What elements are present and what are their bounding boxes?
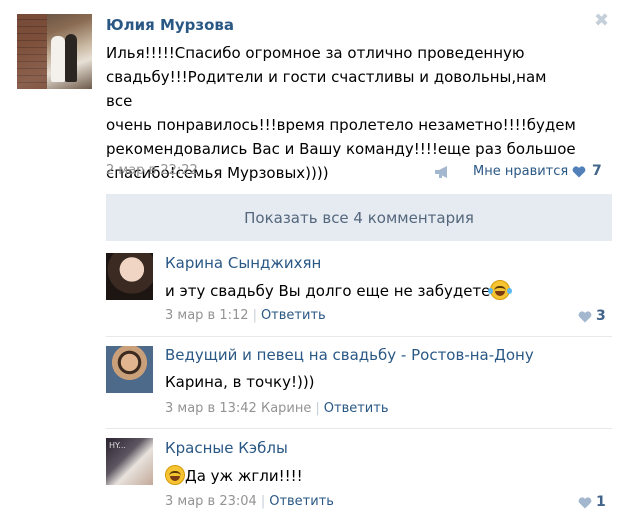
reply-button[interactable]: Ответить: [261, 308, 326, 323]
comment-date[interactable]: 3 мар в 13:42: [165, 401, 257, 416]
comment-meta: 3 мар в 23:04 | Ответить: [165, 494, 334, 509]
comment-text-content: Да уж жгли!!!!: [185, 467, 303, 485]
reply-to-name[interactable]: Карине: [261, 401, 311, 416]
reply-button[interactable]: Ответить: [324, 401, 389, 416]
post-text-line: свадьбу!!!Родители и гости счастливы и д…: [106, 68, 547, 110]
avatar-bride-figure: [51, 36, 65, 82]
reply-button[interactable]: Ответить: [269, 494, 334, 509]
comment-text: и эту свадьбу Вы долго еще не забудете: [165, 280, 513, 300]
close-icon[interactable]: ✖: [594, 10, 609, 31]
comment-meta: 3 мар в 1:12 | Ответить: [165, 308, 326, 323]
like-count[interactable]: 7: [592, 163, 602, 179]
post-author-name[interactable]: Юлия Мурзова: [106, 16, 234, 34]
meta-separator: |: [252, 308, 257, 323]
megaphone-icon[interactable]: [434, 165, 452, 179]
joy-tears-emoji-icon: [488, 280, 513, 300]
comment-text: Карина, в точку!))): [165, 373, 315, 391]
heart-icon[interactable]: [578, 497, 592, 509]
post-text-line: Илья!!!!!Спасибо огромное за отлично про…: [106, 44, 525, 62]
post-text-line: рекомендовались Вас и Вашу команду!!!!ещ…: [106, 140, 576, 158]
laughing-emoji-icon: [165, 465, 185, 485]
avatar-brick-wall: [17, 14, 47, 89]
comment-date[interactable]: 3 мар в 23:04: [165, 494, 257, 509]
heart-icon[interactable]: [578, 311, 592, 323]
comment-author-avatar[interactable]: [106, 253, 153, 300]
comment-author-name[interactable]: Красные Кэблы: [165, 439, 288, 457]
comment-divider: [106, 428, 612, 429]
comment-author-name[interactable]: Ведущий и певец на свадьбу - Ростов-на-Д…: [165, 346, 534, 364]
comment-author-avatar[interactable]: [106, 346, 153, 393]
post-author-avatar[interactable]: [17, 14, 92, 89]
comment-like-count[interactable]: 3: [596, 308, 606, 324]
avatar-groom-figure: [65, 34, 77, 82]
post-date[interactable]: 2 мар в 22:22: [106, 163, 198, 178]
heart-icon[interactable]: [572, 166, 586, 178]
wall-post: Юлия Мурзова ✖ Илья!!!!!Спасибо огромное…: [0, 0, 619, 521]
meta-separator: |: [260, 494, 266, 509]
post-text-line: очень понравилось!!!время пролетело неза…: [106, 116, 576, 134]
comment-author-avatar[interactable]: HY...: [106, 438, 153, 485]
like-button-label[interactable]: Мне нравится: [473, 164, 568, 179]
comment-meta: 3 мар в 13:42 Карине | Ответить: [165, 401, 389, 416]
comment-author-name[interactable]: Карина Сынджихян: [165, 254, 321, 272]
comment-text-content: и эту свадьбу Вы долго еще не забудете: [165, 282, 491, 300]
comment-like-count[interactable]: 1: [596, 494, 606, 510]
avatar-caption: HY...: [109, 441, 126, 450]
comment-date[interactable]: 3 мар в 1:12: [165, 308, 249, 323]
comment-text: Да уж жгли!!!!: [165, 465, 303, 485]
show-all-comments-button[interactable]: Показать все 4 комментария: [106, 194, 612, 241]
comment-divider: [106, 336, 612, 337]
meta-separator: |: [315, 401, 320, 416]
